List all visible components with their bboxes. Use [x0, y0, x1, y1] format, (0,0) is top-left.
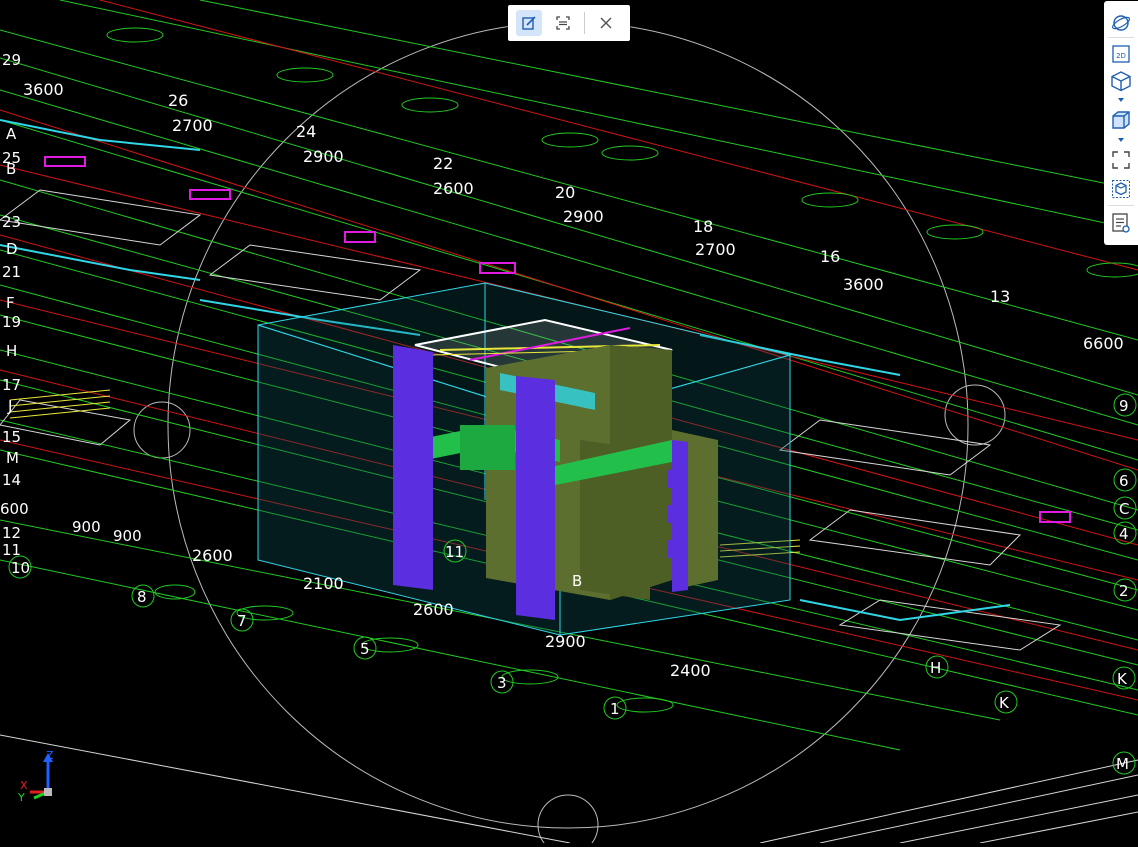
dim-label: 900	[113, 527, 142, 545]
toolbar-divider	[584, 12, 585, 34]
left-grid-label: 10	[11, 559, 30, 577]
close-icon	[600, 17, 612, 29]
right-grid-label: K	[1117, 670, 1128, 688]
toolbar-divider	[1108, 37, 1134, 38]
dim-label: 2700	[695, 240, 736, 259]
grid-number: 24	[296, 122, 316, 141]
left-grid-label: D	[6, 240, 18, 258]
dim-label: 2100	[303, 574, 344, 593]
left-grid-label: 19	[2, 313, 21, 331]
dim-label: 2900	[545, 632, 586, 651]
dim-label: 2700	[172, 116, 213, 135]
right-grid-label: C	[1119, 500, 1129, 518]
floating-toolbar	[508, 5, 630, 41]
cube-view-icon	[1111, 71, 1131, 92]
solid-box-button[interactable]	[1109, 108, 1133, 132]
left-grid-label: F	[6, 294, 15, 312]
axis-triad: Z X Y	[16, 749, 66, 810]
close-button[interactable]	[593, 10, 619, 36]
left-grid-label: 17	[2, 376, 21, 394]
left-grid-label: H	[6, 342, 17, 360]
axis-z-label: Z	[46, 750, 54, 762]
grid-number: 5	[360, 640, 370, 658]
dim-label: 3600	[843, 275, 884, 294]
dim-label: 2900	[563, 207, 604, 226]
view-2d-icon: 2D	[1112, 45, 1130, 63]
grid-number: 22	[433, 154, 453, 173]
properties-icon	[1112, 213, 1130, 233]
grid-number: 2	[1119, 582, 1129, 600]
grid-number: 7	[237, 612, 247, 630]
left-grid-label: 21	[2, 263, 21, 281]
cad-3d-viewport[interactable]: 3600 2700 2900 2600 2900 2700 3600 6600 …	[0, 0, 1138, 847]
grid-number: 16	[820, 247, 840, 266]
dim-label: 2600	[192, 546, 233, 565]
view-2d-label: 2D	[1116, 52, 1126, 60]
dim-label: 2900	[303, 147, 344, 166]
edit-icon	[522, 16, 536, 30]
section-box-button[interactable]	[1109, 177, 1133, 201]
grid-number: 20	[555, 183, 575, 202]
left-grid-label: 29	[2, 51, 21, 69]
orbit-icon	[1111, 15, 1131, 31]
chevron-down-icon[interactable]	[1118, 98, 1124, 102]
left-grid-label: J	[7, 397, 12, 415]
grid-number: 9	[1119, 397, 1129, 415]
left-grid-label: 14	[2, 471, 21, 489]
fit-view-button[interactable]	[1109, 148, 1133, 172]
chevron-down-icon[interactable]	[1118, 138, 1124, 142]
view-2d-button[interactable]: 2D	[1109, 42, 1133, 66]
view-toolbar: 2D	[1104, 1, 1138, 245]
orbit-button[interactable]	[1109, 11, 1133, 35]
right-grid-label: M	[1116, 755, 1129, 773]
grid-number: 1	[610, 700, 620, 718]
dim-label: 2600	[433, 179, 474, 198]
dim-label: 600	[0, 500, 29, 518]
left-grid-label: 11	[2, 541, 21, 559]
dim-label: 900	[72, 518, 101, 536]
left-grid-label: M	[6, 449, 19, 467]
dim-label: 2600	[413, 600, 454, 619]
dim-label: 6600	[1083, 334, 1124, 353]
grid-number: 3	[497, 674, 507, 692]
fit-view-icon	[1112, 151, 1130, 169]
dim-label: 3600	[23, 80, 64, 99]
toolbar-divider	[1108, 205, 1134, 206]
left-grid-label: A	[6, 125, 17, 143]
edit-button[interactable]	[516, 10, 542, 36]
section-box-icon	[1112, 180, 1130, 198]
grid-number: 18	[693, 217, 713, 236]
scan-icon	[556, 16, 570, 30]
grid-number: 4	[1119, 525, 1129, 543]
dim-label: 2400	[670, 661, 711, 680]
left-grid-label: 23	[2, 213, 21, 231]
grid-number: 6	[1119, 472, 1129, 490]
model-canvas[interactable]: 3600 2700 2900 2600 2900 2700 3600 6600 …	[0, 0, 1138, 847]
scan-button[interactable]	[550, 10, 576, 36]
left-grid-label: 15	[2, 428, 21, 446]
solid-box-icon	[1112, 111, 1130, 129]
left-grid-label: B	[6, 160, 16, 178]
right-grid-label: K	[999, 694, 1010, 712]
properties-button[interactable]	[1109, 211, 1133, 235]
view-3d-button[interactable]	[1109, 69, 1133, 93]
grid-number: 26	[168, 91, 188, 110]
right-grid-label: H	[930, 659, 941, 677]
left-grid-label: 12	[2, 524, 21, 542]
marker-label: B	[572, 572, 582, 590]
grid-number: 8	[137, 588, 147, 606]
grid-number: 11	[445, 543, 464, 561]
grid-number: 13	[990, 287, 1010, 306]
axis-y-label: Y	[17, 791, 25, 804]
